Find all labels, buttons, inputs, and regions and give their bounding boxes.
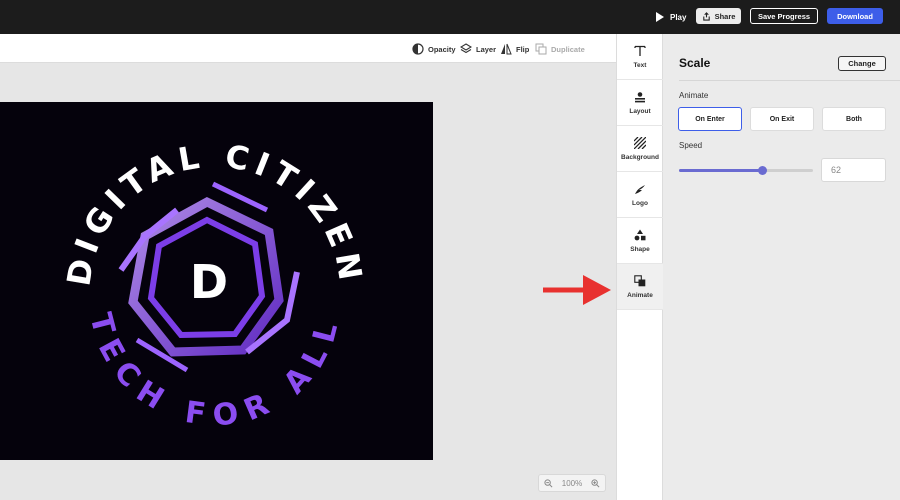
download-button[interactable]: Download	[827, 8, 883, 24]
rail-item-layout[interactable]: Layout	[617, 80, 663, 126]
animate-icon	[633, 274, 647, 288]
zoom-out-icon[interactable]	[544, 478, 553, 488]
canvas-toolbar: Opacity Layer Flip Duplicate	[0, 34, 616, 63]
opacity-icon	[412, 43, 424, 55]
animate-panel: Scale Change Animate On Enter On Exit Bo…	[663, 34, 900, 500]
rail-label-animate: Animate	[627, 292, 653, 299]
change-button[interactable]: Change	[838, 56, 886, 71]
on-exit-button[interactable]: On Exit	[750, 107, 814, 131]
text-icon	[633, 44, 647, 58]
share-label: Share	[714, 11, 736, 21]
rail-item-text[interactable]: Text	[617, 34, 663, 80]
play-icon	[656, 12, 664, 22]
on-enter-button[interactable]: On Enter	[678, 107, 742, 131]
rail-label-text: Text	[633, 62, 647, 69]
logo-icon	[633, 182, 647, 196]
rail-item-background[interactable]: Background	[617, 126, 663, 172]
speed-slider-fill	[679, 169, 763, 172]
speed-label: Speed	[679, 141, 703, 150]
share-icon	[702, 11, 710, 21]
share-button[interactable]: Share	[696, 8, 741, 24]
rail-item-animate[interactable]: Animate	[617, 264, 663, 310]
opacity-label: Opacity	[428, 44, 456, 54]
animate-label: Animate	[679, 91, 709, 100]
panel-title: Scale	[679, 56, 711, 70]
logo-monogram: D	[190, 255, 228, 309]
layer-button[interactable]: Layer	[460, 42, 496, 56]
speed-slider[interactable]	[679, 166, 813, 175]
red-arrow-annotation	[543, 275, 611, 305]
panel-divider	[679, 80, 900, 81]
flip-icon	[500, 43, 512, 55]
layer-label: Layer	[476, 44, 497, 54]
logo-bottom-text: TECH FOR ALL	[82, 309, 347, 434]
layers-icon	[460, 43, 472, 55]
flip-button[interactable]: Flip	[500, 42, 529, 56]
play-label: Play	[670, 12, 687, 22]
save-progress-button[interactable]: Save Progress	[750, 8, 818, 24]
zoom-level: 100%	[561, 478, 583, 488]
shape-icon	[633, 228, 647, 242]
duplicate-label: Duplicate	[551, 44, 585, 54]
flip-label: Flip	[516, 44, 530, 54]
rail-item-logo[interactable]: Logo	[617, 172, 663, 218]
logo-design[interactable]: DIGITAL CITIZEN TECH FOR ALL D	[0, 102, 433, 460]
rail-item-shape[interactable]: Shape	[617, 218, 663, 264]
speed-slider-thumb[interactable]	[757, 166, 767, 175]
background-icon	[633, 136, 647, 150]
zoom-in-icon[interactable]	[591, 478, 600, 488]
play-button[interactable]: Play	[656, 9, 686, 25]
duplicate-icon	[535, 43, 547, 55]
rail-label-shape: Shape	[630, 246, 650, 253]
zoom-control: 100%	[538, 474, 606, 492]
rail-label-logo: Logo	[632, 200, 648, 207]
rail-label-layout: Layout	[629, 108, 651, 115]
speed-input[interactable]	[821, 158, 886, 182]
duplicate-button[interactable]: Duplicate	[535, 42, 585, 56]
tool-rail: Text Layout Background Logo Shape Animat…	[616, 34, 663, 500]
logo-artwork: DIGITAL CITIZEN TECH FOR ALL D	[59, 137, 364, 434]
rail-label-background: Background	[621, 154, 659, 161]
opacity-button[interactable]: Opacity	[412, 42, 456, 56]
layout-icon	[633, 90, 647, 104]
both-button[interactable]: Both	[822, 107, 886, 131]
top-bar: Play Share Save Progress Download	[0, 0, 900, 34]
